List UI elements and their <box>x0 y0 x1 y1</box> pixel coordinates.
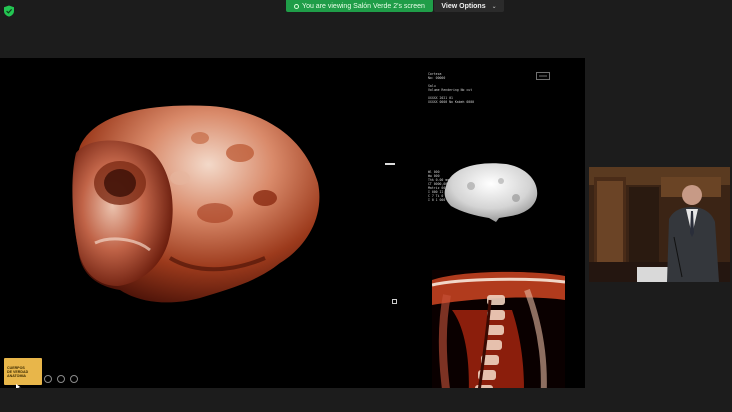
mouse-pointer-icon <box>16 384 21 388</box>
zoom-icon[interactable] <box>57 375 65 383</box>
skull-3d-render <box>72 105 320 303</box>
status-dot-icon <box>294 3 300 9</box>
more-options-icon[interactable] <box>70 375 78 383</box>
cuerpos-de-verdad-logo: CUERPOS DE VERDAD ANATOMIA <box>4 358 42 385</box>
view-options-label: View Options <box>441 2 486 10</box>
skull-thumbnail <box>444 163 538 222</box>
view-options-button[interactable]: View Options ⌄ <box>434 0 504 12</box>
spine-ct-image <box>432 270 565 388</box>
logo-line-3: ANATOMIA <box>7 373 27 378</box>
previous-slide-icon[interactable] <box>44 375 52 383</box>
viewing-screen-text: You are viewing Salón Verde 2's screen <box>302 2 425 10</box>
marker-square <box>392 299 397 304</box>
speaker-video-tile[interactable] <box>589 167 730 282</box>
ct-header-text: Corteza No: 00000 Salu Volume Rendering … <box>428 72 473 92</box>
ct-side-text: XXXXX 2021 01 XXXXX 0000 No Kabeh 0000 <box>428 96 475 104</box>
chevron-down-icon: ⌄ <box>491 3 497 10</box>
viewing-screen-banner: You are viewing Salón Verde 2's screen <box>286 0 433 12</box>
orientation-box-icon <box>536 72 550 80</box>
shield-check-icon[interactable] <box>3 5 15 17</box>
shared-screen: Corteza No: 00000 Salu Volume Rendering … <box>0 58 585 388</box>
pointer-marker-icon <box>385 163 395 165</box>
